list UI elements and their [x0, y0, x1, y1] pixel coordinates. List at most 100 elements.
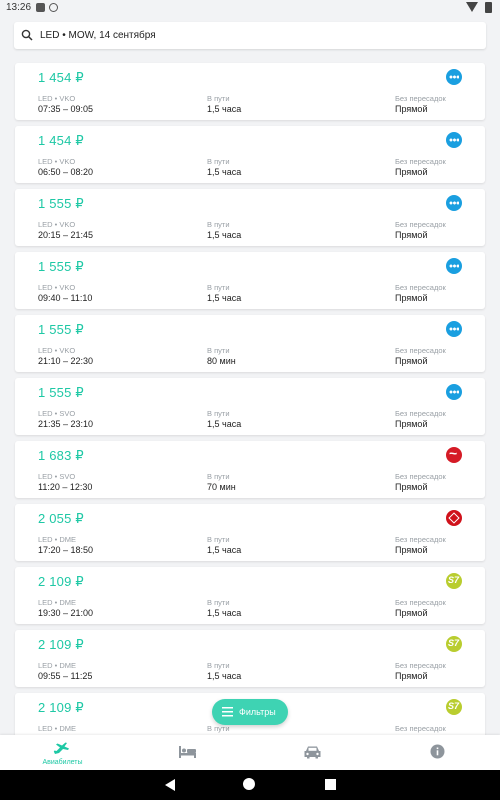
duration-label: В пути: [207, 661, 230, 670]
utair-logo-icon: [446, 258, 462, 274]
utair-logo-icon: [446, 384, 462, 400]
nav-tab-flights[interactable]: Авиабилеты: [0, 735, 125, 770]
flight-duration: 1,5 часа: [207, 104, 242, 114]
status-time: 13:26: [6, 2, 32, 13]
recent-apps-icon[interactable]: [325, 779, 336, 790]
nav-tab-flights-label: Авиабилеты: [42, 759, 83, 766]
flight-route: LED • DME: [38, 661, 77, 670]
flight-card[interactable]: 2 109 ₽ LED • DME09:55 – 11:25 В пути1,5 ч…: [15, 630, 485, 687]
flight-route: LED • VKO: [38, 283, 76, 292]
stops-label: Без пересадок: [395, 346, 446, 355]
utair-logo-icon: [446, 321, 462, 337]
duration-label: В пути: [207, 724, 230, 733]
flight-times: 20:15 – 21:45: [38, 230, 94, 240]
stops-label: Без пересадок: [395, 157, 446, 166]
nordwind-logo-icon: [446, 445, 462, 463]
flight-stops: Прямой: [395, 230, 428, 240]
filter-icon: [222, 707, 233, 717]
flight-duration: 1,5 часа: [207, 419, 242, 429]
stops-label: Без пересадок: [395, 598, 446, 607]
flight-stops: Прямой: [395, 482, 428, 492]
flight-stops: Прямой: [395, 671, 428, 681]
flight-times: 09:55 – 11:25: [38, 671, 93, 681]
duration-label: В пути: [207, 472, 230, 481]
flight-card[interactable]: 2 109 ₽ LED • DME19:30 – 21:00 В пути1,5 ч…: [15, 567, 485, 624]
nav-tab-hotels[interactable]: [125, 735, 250, 770]
utair-logo-icon: [446, 132, 462, 148]
flight-price: 2 055 ₽: [38, 511, 84, 526]
duration-label: В пути: [207, 535, 230, 544]
bottom-navigation: Авиабилеты: [0, 735, 500, 770]
flight-route: LED • DME: [38, 598, 77, 607]
s7-logo-icon: [446, 573, 462, 589]
flight-card[interactable]: 1 555 ₽ LED • SVO 21:35 – 23:10 В пути 1,5 ч…: [15, 378, 485, 435]
battery-icon: [485, 2, 492, 13]
flight-times: 06:50 – 08:20: [38, 167, 94, 177]
flight-stops: Прямой: [395, 356, 428, 366]
flight-duration: 70 мин: [207, 482, 236, 492]
flight-card[interactable]: 1 555 ₽ LED • VKO 20:15 – 21:45 В пути 1,5 ч…: [15, 189, 485, 246]
search-bar[interactable]: LED • MOW, 14 сентября: [14, 22, 486, 49]
flight-route: LED • DME: [38, 724, 77, 733]
flight-card[interactable]: 1 683 ₽ LED • SVO11:20 – 12:30 В пути70 ми…: [15, 441, 485, 498]
stops-label: Без пересадок: [395, 724, 446, 733]
car-icon: [304, 746, 321, 759]
flight-stops: Прямой: [395, 419, 428, 429]
search-query: LED • MOW, 14 сентября: [40, 30, 156, 41]
stops-label: Без пересадок: [395, 472, 446, 481]
flight-price: 1 683 ₽: [38, 448, 84, 463]
flight-card[interactable]: 1 454 ₽ LED • VKO 07:35 – 09:05 В пути 1,5 ч…: [15, 63, 485, 120]
flight-duration: 1,5 часа: [207, 293, 242, 303]
flight-route: LED • VKO: [38, 157, 76, 166]
duration-label: В пути: [207, 598, 230, 607]
utair-logo-icon: [446, 69, 462, 85]
ural-airlines-logo-icon: [446, 510, 462, 526]
wifi-icon: [466, 2, 478, 12]
flight-card[interactable]: 1 555 ₽ LED • VKO 09:40 – 11:10 В пути 1,5 ч…: [15, 252, 485, 309]
flight-route: LED • SVO: [38, 472, 76, 481]
flight-price: 1 555 ₽: [38, 259, 84, 274]
duration-label: В пути: [207, 157, 230, 166]
duration-label: В пути: [207, 409, 230, 418]
flight-stops: Прямой: [395, 608, 428, 618]
info-icon: [430, 744, 445, 759]
stops-label: Без пересадок: [395, 220, 446, 229]
flight-card[interactable]: 1 454 ₽ LED • VKO 06:50 – 08:20 В пути 1,5 ч…: [15, 126, 485, 183]
stops-label: Без пересадок: [395, 535, 446, 544]
duration-label: В пути: [207, 94, 230, 103]
flight-duration: 1,5 часа: [207, 608, 242, 618]
flight-price: 1 555 ₽: [38, 322, 84, 337]
nav-tab-cars[interactable]: [250, 735, 375, 770]
flight-price: 1 555 ₽: [38, 196, 84, 211]
status-bar: 13:26: [0, 0, 500, 16]
sync-icon: [49, 3, 58, 12]
flight-duration: 1,5 часа: [207, 230, 242, 240]
flight-price: 2 109 ₽: [38, 700, 84, 715]
flight-duration: 1,5 часа: [207, 671, 242, 681]
flight-times: 21:10 – 22:30: [38, 356, 94, 366]
flight-card[interactable]: 2 055 ₽ LED • DME 17:20 – 18:50 В пути 1,5 ч…: [15, 504, 485, 561]
flight-route: LED • VKO: [38, 220, 76, 229]
flight-times: 17:20 – 18:50: [38, 545, 94, 555]
flight-stops: Прямой: [395, 545, 428, 555]
flight-list[interactable]: 1 454 ₽ LED • VKO 07:35 – 09:05 В пути 1,5 ч…: [15, 63, 485, 756]
s7-logo-icon: [446, 636, 462, 652]
flight-route: LED • DME: [38, 535, 77, 544]
home-icon[interactable]: [243, 778, 255, 790]
utair-logo-icon: [446, 195, 462, 211]
duration-label: В пути: [207, 220, 230, 229]
flight-card[interactable]: 1 555 ₽ LED • VKO 21:10 – 22:30 В пути 80 ми…: [15, 315, 485, 372]
flight-price: 2 109 ₽: [38, 637, 84, 652]
flight-times: 11:20 – 12:30: [38, 482, 93, 492]
filters-button[interactable]: Фильтры: [212, 699, 288, 725]
flight-duration: 80 мин: [207, 356, 236, 366]
stops-label: Без пересадок: [395, 283, 446, 292]
flight-duration: 1,5 часа: [207, 545, 242, 555]
flight-stops: Прямой: [395, 293, 428, 303]
back-icon[interactable]: [165, 779, 175, 791]
nav-tab-info[interactable]: [375, 735, 500, 770]
stops-label: Без пересадок: [395, 409, 446, 418]
filters-button-label: Фильтры: [239, 707, 276, 717]
flight-times: 09:40 – 11:10: [38, 293, 93, 303]
flight-price: 1 454 ₽: [38, 70, 84, 85]
